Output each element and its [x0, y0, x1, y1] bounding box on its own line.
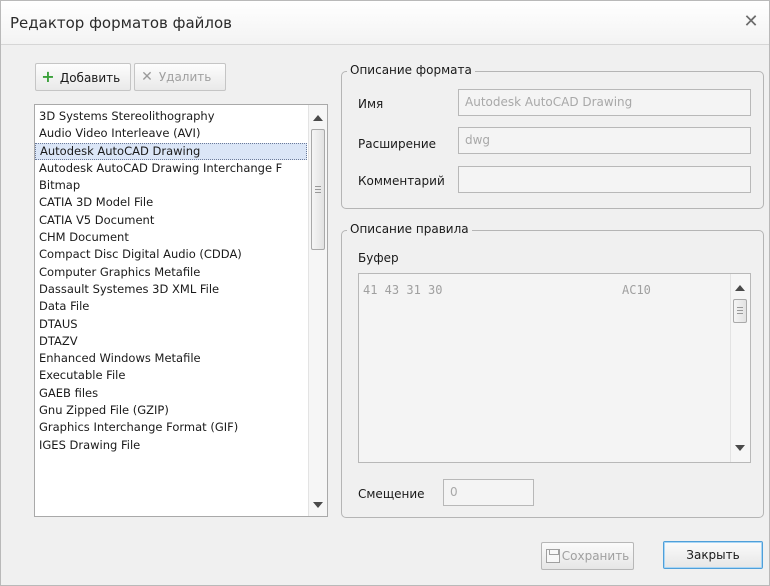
list-item[interactable]: Executable File: [35, 367, 307, 384]
floppy-disk-icon: [545, 549, 560, 563]
format-group-legend: Описание формата: [347, 63, 475, 77]
format-list-items: 3D Systems Stereolithography Audio Video …: [35, 108, 307, 454]
list-item[interactable]: Bitmap: [35, 177, 307, 194]
list-item[interactable]: 3D Systems Stereolithography: [35, 108, 307, 125]
format-list[interactable]: 3D Systems Stereolithography Audio Video …: [34, 104, 328, 517]
close-button[interactable]: Закрыть: [663, 541, 763, 569]
comment-field[interactable]: [458, 166, 751, 193]
name-field[interactable]: Autodesk AutoCAD Drawing: [458, 89, 751, 116]
buffer-scroll-thumb[interactable]: [733, 299, 747, 323]
buffer-scroll-up-icon[interactable]: [735, 285, 745, 291]
rule-group-legend: Описание правила: [347, 222, 472, 236]
format-list-scrollbar[interactable]: [308, 105, 327, 516]
grip-icon: [737, 307, 743, 314]
delete-button-label: Удалить: [158, 70, 212, 84]
scroll-up-icon[interactable]: [313, 115, 323, 121]
buffer-label: Буфер: [358, 251, 399, 265]
add-button-label: Добавить: [59, 71, 121, 85]
list-item[interactable]: DTAZV: [35, 333, 307, 350]
scroll-thumb[interactable]: [311, 129, 325, 250]
list-item[interactable]: Autodesk AutoCAD Drawing Interchange F: [35, 160, 307, 177]
list-item[interactable]: Compact Disc Digital Audio (CDDA): [35, 246, 307, 263]
buffer-ascii-text: AC10: [622, 283, 651, 297]
list-item[interactable]: Dassault Systemes 3D XML File: [35, 281, 307, 298]
grip-icon: [315, 186, 321, 193]
list-item[interactable]: Gnu Zipped File (GZIP): [35, 402, 307, 419]
x-icon: ✕: [141, 69, 153, 85]
list-item[interactable]: Computer Graphics Metafile: [35, 264, 307, 281]
list-item[interactable]: IGES Drawing File: [35, 437, 307, 454]
offset-label: Смещение: [358, 487, 425, 501]
save-button-label: Сохранить: [561, 549, 630, 563]
buffer-scroll-down-icon[interactable]: [735, 445, 745, 451]
list-item[interactable]: Graphics Interchange Format (GIF): [35, 419, 307, 436]
extension-label: Расширение: [358, 137, 436, 151]
list-item[interactable]: CHM Document: [35, 229, 307, 246]
list-item[interactable]: CATIA V5 Document: [35, 212, 307, 229]
window-title: Редактор форматов файлов: [10, 14, 233, 32]
buffer-hex-field[interactable]: 41 43 31 30 AC10: [358, 273, 751, 463]
extension-field[interactable]: dwg: [458, 127, 751, 154]
buffer-hex-bytes: 41 43 31 30: [363, 283, 443, 297]
list-item[interactable]: Data File: [35, 298, 307, 315]
offset-field[interactable]: 0: [443, 479, 534, 506]
comment-label: Комментарий: [358, 174, 445, 188]
close-icon[interactable]: ✕: [739, 11, 763, 33]
list-item[interactable]: CATIA 3D Model File: [35, 194, 307, 211]
delete-button[interactable]: ✕ Удалить: [134, 63, 226, 91]
name-label: Имя: [358, 97, 384, 111]
save-button[interactable]: Сохранить: [541, 542, 634, 570]
file-format-editor-dialog: Редактор форматов файлов ✕ + Добавить ✕ …: [0, 0, 770, 586]
list-item[interactable]: Autodesk AutoCAD Drawing: [35, 142, 307, 160]
scroll-down-icon[interactable]: [313, 502, 323, 508]
buffer-scrollbar[interactable]: [730, 274, 750, 462]
list-item[interactable]: DTAUS: [35, 316, 307, 333]
title-bar: Редактор форматов файлов ✕: [1, 1, 769, 45]
list-item[interactable]: Audio Video Interleave (AVI): [35, 125, 307, 142]
list-item[interactable]: GAEB files: [35, 385, 307, 402]
add-button[interactable]: + Добавить: [35, 63, 131, 91]
plus-icon: +: [41, 67, 55, 86]
list-item[interactable]: Enhanced Windows Metafile: [35, 350, 307, 367]
